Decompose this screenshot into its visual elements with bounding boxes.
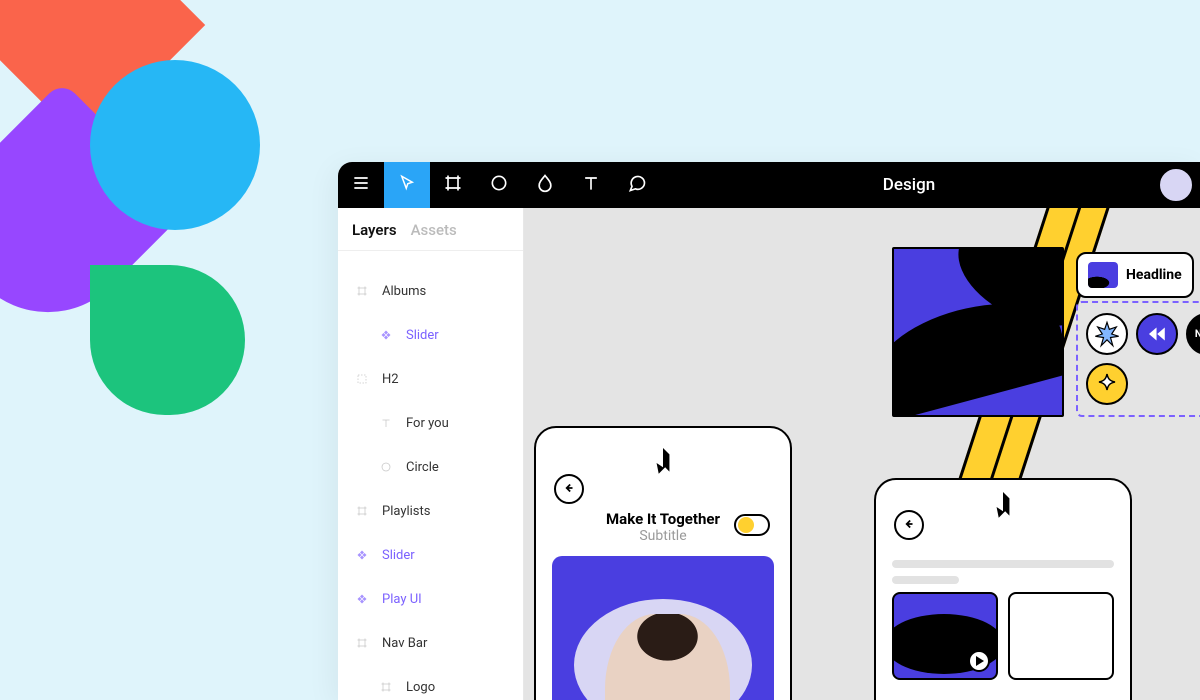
frame-icon [354,635,370,651]
layer-logo[interactable]: Logo [338,665,523,700]
frame-icon [443,173,463,197]
comment-icon [627,173,647,197]
layer-slider[interactable]: Slider [338,313,523,357]
layer-list: Albums Slider H2 For you Circle Playlists Slid… [338,251,523,700]
layers-panel: Layers Assets Albums Slider H2 For you Circl… [338,208,524,700]
file-title[interactable]: Design [660,175,1158,195]
phone-mockup-player[interactable]: Make It Together Subtitle [534,426,792,700]
brand-art [0,0,300,410]
skeleton-line [892,576,959,584]
layer-label: Play UI [382,592,422,607]
toolbar: Design [338,162,1200,208]
rewind-sticker[interactable] [1136,313,1178,355]
text-icon [581,173,601,197]
album-cover[interactable] [552,556,774,700]
artwork-frame[interactable] [892,247,1064,417]
layer-nav-bar[interactable]: Nav Bar [338,621,523,665]
avatar[interactable] [1158,167,1194,203]
component-icon [354,591,370,607]
selection-icon [354,371,370,387]
layer-playlists[interactable]: Playlists [338,489,523,533]
pen-icon [535,173,555,197]
ellipse-icon [378,459,394,475]
phone-mockup-list[interactable] [874,478,1132,700]
layer-label: For you [406,416,449,431]
app-logo-icon [990,492,1016,529]
app-logo-icon [650,448,676,485]
circle-icon [489,173,509,197]
frame-icon [354,503,370,519]
sticker-group[interactable]: NEW! [1076,301,1200,417]
new-label: NEW! [1195,329,1200,340]
component-icon [354,547,370,563]
toggle-knob [738,517,754,533]
frame-icon [354,283,370,299]
playlist-thumb[interactable] [892,592,998,680]
arrow-left-icon [562,480,576,499]
back-button[interactable] [554,474,584,504]
layer-label: Albums [382,284,426,299]
comment-tool[interactable] [614,162,660,208]
layer-h2[interactable]: H2 [338,357,523,401]
menu-button[interactable] [338,162,384,208]
layer-slider[interactable]: Slider [338,533,523,577]
headline-label: Headline [1126,267,1182,283]
layer-for-you[interactable]: For you [338,401,523,445]
new-badge-sticker[interactable]: NEW! [1186,313,1200,355]
panel-tabs: Layers Assets [338,208,523,251]
layer-albums[interactable]: Albums [338,269,523,313]
layer-label: Slider [382,548,415,563]
move-tool[interactable] [384,162,430,208]
playlist-thumb-empty[interactable] [1008,592,1114,680]
skeleton-line [892,560,1114,568]
tab-layers[interactable]: Layers [352,221,397,239]
canvas[interactable]: Headline NEW! [524,208,1200,700]
skeleton-content [892,560,1114,680]
green-drop [90,265,245,415]
cursor-icon [398,174,416,196]
back-button[interactable] [894,510,924,540]
layer-label: Slider [406,328,439,343]
toggle-switch[interactable] [734,514,770,536]
frame-tool[interactable] [430,162,476,208]
arrow-left-icon [902,516,916,535]
frame-icon [378,679,394,695]
layer-label: Nav Bar [382,636,427,651]
menu-icon [351,173,371,197]
pen-tool[interactable] [522,162,568,208]
text-icon [378,415,394,431]
layer-label: Logo [406,680,435,695]
design-window: Design Layers Assets Albums Slider H2 For y… [338,162,1200,700]
layer-label: H2 [382,372,399,387]
starburst-sticker[interactable] [1086,313,1128,355]
blue-circle [90,60,260,230]
layer-play-ui[interactable]: Play UI [338,577,523,621]
layer-label: Circle [406,460,439,475]
tab-assets[interactable]: Assets [411,221,457,239]
play-icon[interactable] [968,650,990,672]
shape-tool[interactable] [476,162,522,208]
headline-component[interactable]: Headline [1076,252,1194,298]
component-icon [378,327,394,343]
sparkle-sticker[interactable] [1086,363,1128,405]
text-tool[interactable] [568,162,614,208]
thumbnail-icon [1088,262,1118,288]
layer-label: Playlists [382,504,430,519]
layer-circle[interactable]: Circle [338,445,523,489]
